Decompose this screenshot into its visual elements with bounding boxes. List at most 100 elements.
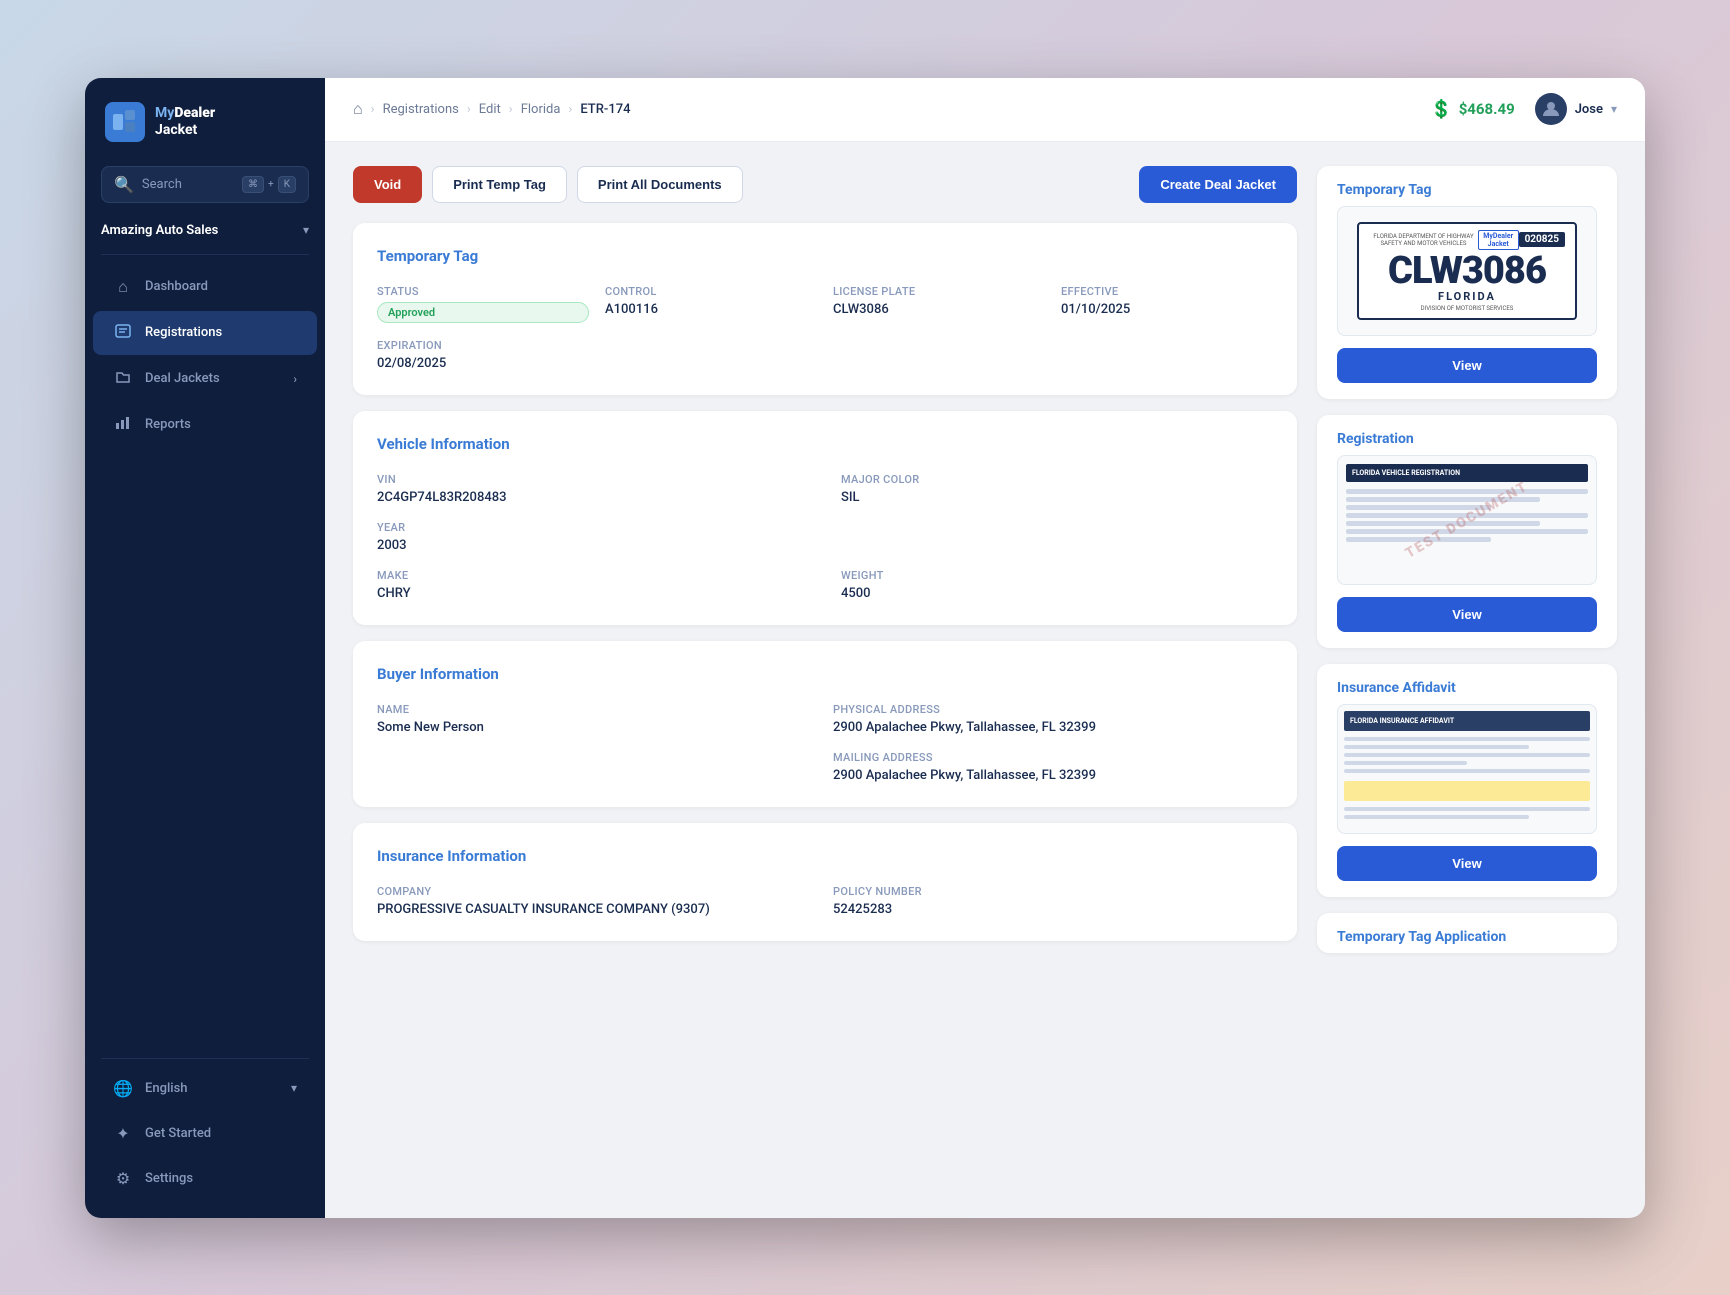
expiration-value: 02/08/2025 bbox=[377, 356, 589, 371]
get-started-label: Get Started bbox=[145, 1126, 297, 1141]
insurance-card: Insurance Information Company PROGRESSIV… bbox=[353, 823, 1297, 941]
search-label: Search bbox=[142, 177, 182, 192]
home-breadcrumb-icon[interactable]: ⌂ bbox=[353, 99, 363, 119]
tag-number: 020825 bbox=[1519, 232, 1565, 247]
temp-tag-doc-title: Temporary Tag bbox=[1317, 166, 1617, 206]
breadcrumb-registrations[interactable]: Registrations bbox=[383, 102, 459, 117]
balance-display: 💲 $468.49 bbox=[1430, 99, 1514, 120]
registrations-icon bbox=[113, 323, 133, 343]
temp-tag-title: Temporary Tag bbox=[377, 247, 1273, 265]
action-bar: Void Print Temp Tag Print All Documents … bbox=[353, 166, 1297, 203]
weight-value: 4500 bbox=[841, 586, 1273, 601]
main-content: ⌂ › Registrations › Edit › Florida › ETR… bbox=[325, 78, 1645, 1218]
status-badge: Approved bbox=[377, 302, 589, 323]
insurance-affidavit-title: Insurance Affidavit bbox=[1317, 664, 1617, 704]
chevron-down-icon: ▾ bbox=[291, 1081, 297, 1095]
major-color-label: Major Color bbox=[841, 473, 1273, 486]
registration-doc-title: Registration bbox=[1317, 415, 1617, 455]
insurance-preview: FLORIDA INSURANCE AFFIDAVIT bbox=[1338, 705, 1596, 833]
registration-view-button[interactable]: View bbox=[1337, 597, 1597, 632]
control-label: Control bbox=[605, 285, 817, 298]
weight-group: Weight 4500 bbox=[841, 569, 1273, 601]
right-panel: Temporary Tag FLORIDA DEPARTMENT OF HIGH… bbox=[1317, 166, 1617, 1194]
breadcrumb-florida[interactable]: Florida bbox=[521, 102, 561, 117]
top-bar: ⌂ › Registrations › Edit › Florida › ETR… bbox=[325, 78, 1645, 142]
sidebar: MyDealer Jacket 🔍 Search ⌘ + K Amazing A… bbox=[85, 78, 325, 1218]
top-bar-right: 💲 $468.49 Jose ▾ bbox=[1430, 93, 1617, 125]
status-group: Status Approved bbox=[377, 285, 589, 323]
chevron-down-icon: ▾ bbox=[303, 223, 309, 237]
insurance-info: Company PROGRESSIVE CASUALTY INSURANCE C… bbox=[377, 885, 1273, 917]
temp-tag-app-card: Temporary Tag Application bbox=[1317, 913, 1617, 953]
policy-number-value: 52425283 bbox=[833, 902, 1273, 917]
temp-tag-view-button[interactable]: View bbox=[1337, 348, 1597, 383]
insurance-company-label: Company bbox=[377, 885, 817, 898]
buyer-name-group: Name Some New Person bbox=[377, 703, 817, 735]
sidebar-item-reports[interactable]: Reports bbox=[93, 403, 317, 447]
sidebar-item-label: Registrations bbox=[145, 325, 297, 340]
license-plate-value: CLW3086 bbox=[833, 302, 1045, 317]
sidebar-item-settings[interactable]: ⚙ Settings bbox=[93, 1157, 317, 1200]
buyer-info: Name Some New Person Physical Address 29… bbox=[377, 703, 1273, 783]
policy-number-label: Policy Number bbox=[833, 885, 1273, 898]
control-value: A100116 bbox=[605, 302, 817, 317]
major-color-group: Major Color SIL bbox=[841, 473, 1273, 505]
create-deal-jacket-button[interactable]: Create Deal Jacket bbox=[1139, 166, 1297, 203]
mailing-address-label: Mailing Address bbox=[833, 751, 1273, 764]
insurance-company-group: Company PROGRESSIVE CASUALTY INSURANCE C… bbox=[377, 885, 817, 917]
search-icon: 🔍 bbox=[114, 175, 134, 194]
logo-area: MyDealer Jacket bbox=[85, 78, 325, 166]
print-temp-tag-button[interactable]: Print Temp Tag bbox=[432, 166, 567, 203]
weight-label: Weight bbox=[841, 569, 1273, 582]
effective-group: Effective 01/10/2025 bbox=[1061, 285, 1273, 323]
temp-tag-thumbnail: FLORIDA DEPARTMENT OF HIGHWAY SAFETY AND… bbox=[1337, 206, 1597, 336]
void-button[interactable]: Void bbox=[353, 166, 422, 203]
sidebar-item-registrations[interactable]: Registrations bbox=[93, 311, 317, 355]
user-name: Jose bbox=[1575, 102, 1603, 117]
sidebar-item-deal-jackets[interactable]: Deal Jackets › bbox=[93, 357, 317, 401]
registration-doc-card: Registration FLORIDA VEHICLE REGISTRATIO… bbox=[1317, 415, 1617, 648]
make-value: CHRY bbox=[377, 586, 809, 601]
breadcrumb-current: ETR-174 bbox=[580, 102, 630, 117]
insurance-affidavit-view-button[interactable]: View bbox=[1337, 846, 1597, 881]
search-bar[interactable]: 🔍 Search ⌘ + K bbox=[101, 166, 309, 203]
expiration-label: Expiration bbox=[377, 339, 589, 352]
registration-preview: FLORIDA VEHICLE REGISTRATION TEST DOCUME… bbox=[1338, 456, 1596, 584]
make-label: Make bbox=[377, 569, 809, 582]
effective-label: Effective bbox=[1061, 285, 1273, 298]
sidebar-item-label: Reports bbox=[145, 417, 297, 432]
license-plate-label: License Plate bbox=[833, 285, 1045, 298]
breadcrumb: ⌂ › Registrations › Edit › Florida › ETR… bbox=[353, 99, 631, 119]
buyer-name-label: Name bbox=[377, 703, 817, 716]
breadcrumb-edit[interactable]: Edit bbox=[479, 102, 501, 117]
temp-tag-preview: FLORIDA DEPARTMENT OF HIGHWAY SAFETY AND… bbox=[1357, 222, 1577, 320]
sidebar-item-label: Deal Jackets bbox=[145, 371, 281, 386]
physical-address-value: 2900 Apalachee Pkwy, Tallahassee, FL 323… bbox=[833, 720, 1273, 735]
control-group: Control A100116 bbox=[605, 285, 817, 323]
dealer-section[interactable]: Amazing Auto Sales ▾ bbox=[101, 223, 309, 238]
get-started-icon: ✦ bbox=[113, 1124, 133, 1143]
plate-display: CLW3086 bbox=[1369, 252, 1565, 290]
left-panel: Void Print Temp Tag Print All Documents … bbox=[353, 166, 1297, 1194]
license-plate-group: License Plate CLW3086 bbox=[833, 285, 1045, 323]
settings-label: Settings bbox=[145, 1171, 297, 1186]
user-menu[interactable]: Jose ▾ bbox=[1535, 93, 1617, 125]
balance-value: $468.49 bbox=[1459, 100, 1515, 118]
sidebar-item-get-started[interactable]: ✦ Get Started bbox=[93, 1112, 317, 1155]
effective-value: 01/10/2025 bbox=[1061, 302, 1273, 317]
buyer-title: Buyer Information bbox=[377, 665, 1273, 683]
language-icon: 🌐 bbox=[113, 1079, 133, 1098]
content-area: Void Print Temp Tag Print All Documents … bbox=[325, 142, 1645, 1218]
sidebar-item-language[interactable]: 🌐 English ▾ bbox=[93, 1067, 317, 1110]
print-all-documents-button[interactable]: Print All Documents bbox=[577, 166, 743, 203]
divider bbox=[101, 1058, 309, 1059]
insurance-affidavit-doc-card: Insurance Affidavit FLORIDA INSURANCE AF… bbox=[1317, 664, 1617, 897]
major-color-value: SIL bbox=[841, 490, 1273, 505]
sidebar-item-dashboard[interactable]: ⌂ Dashboard bbox=[93, 265, 317, 309]
year-group: Year 2003 bbox=[377, 521, 809, 553]
sidebar-item-label: Dashboard bbox=[145, 279, 297, 294]
logo-text: MyDealer Jacket bbox=[155, 105, 215, 139]
status-label: Status bbox=[377, 285, 589, 298]
temp-tag-card: Temporary Tag Status Approved Control A1… bbox=[353, 223, 1297, 395]
buyer-card: Buyer Information Name Some New Person P… bbox=[353, 641, 1297, 807]
